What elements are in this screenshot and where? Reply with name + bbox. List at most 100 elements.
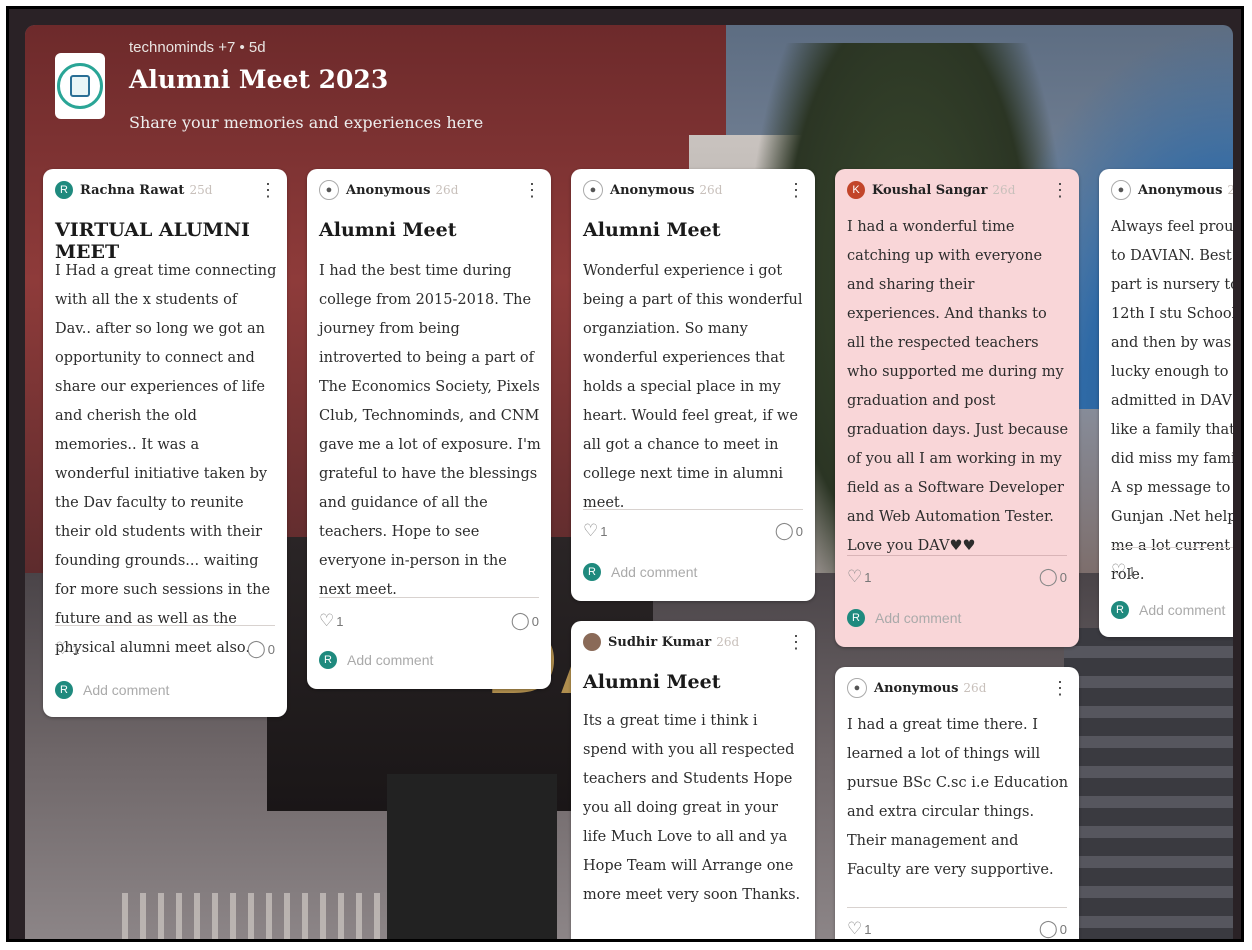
board-meta[interactable]: technominds +7 • 5d bbox=[129, 39, 266, 56]
post-card[interactable]: R Rachna Rawat 25d ⋮ VIRTUAL ALUMNI MEET… bbox=[43, 169, 287, 717]
post-title: Alumni Meet bbox=[583, 219, 721, 241]
comment-button[interactable]: ◯ 0 bbox=[511, 611, 539, 631]
add-comment-input[interactable]: Add comment bbox=[875, 610, 961, 626]
author-avatar[interactable]: K bbox=[847, 181, 865, 199]
current-user-avatar: R bbox=[319, 651, 337, 669]
alumni-meet-logo-icon bbox=[57, 63, 103, 109]
comment-count: 0 bbox=[267, 642, 275, 657]
speech-bubble-icon: ◯ bbox=[774, 521, 794, 540]
kebab-menu-icon[interactable]: ⋮ bbox=[1051, 679, 1069, 697]
kebab-menu-icon[interactable]: ⋮ bbox=[787, 181, 805, 199]
anonymous-avatar-icon: ● bbox=[319, 180, 339, 200]
post-header: ● Anonymous 26d ⋮ bbox=[583, 179, 805, 201]
board-logo[interactable] bbox=[55, 53, 105, 119]
author-avatar[interactable]: R bbox=[55, 181, 73, 199]
divider bbox=[847, 555, 1067, 556]
like-button[interactable]: ♡ 1 bbox=[55, 639, 79, 659]
divider bbox=[847, 907, 1067, 908]
author-name[interactable]: Koushal Sangar bbox=[872, 183, 987, 198]
post-title: Alumni Meet bbox=[319, 219, 457, 241]
heart-outline-icon: ♡ bbox=[319, 611, 335, 630]
like-button[interactable]: ♡ 1 bbox=[1111, 561, 1135, 581]
divider bbox=[55, 625, 275, 626]
post-body-text: I had a wonderful time catching up with … bbox=[847, 219, 1069, 525]
like-button[interactable]: ♡ 1 bbox=[847, 567, 871, 587]
post-header: R Rachna Rawat 25d ⋮ bbox=[55, 179, 277, 201]
comment-count: 0 bbox=[531, 614, 539, 629]
divider bbox=[319, 597, 539, 598]
board-subtitle: Share your memories and experiences here bbox=[129, 113, 484, 132]
author-name[interactable]: Sudhir Kumar bbox=[608, 635, 711, 650]
add-comment-row[interactable]: R Add comment bbox=[1111, 601, 1233, 619]
post-age: 25d bbox=[189, 183, 213, 197]
add-comment-row[interactable]: R Add comment bbox=[319, 651, 541, 669]
post-body: Wonderful experience i got being a part … bbox=[583, 263, 803, 511]
author-name: Anonymous bbox=[874, 680, 959, 696]
post-body-signoff: Love you DAV♥♥ bbox=[847, 538, 976, 554]
comment-count: 0 bbox=[1059, 570, 1067, 585]
author-photo-avatar[interactable] bbox=[583, 633, 601, 651]
post-card[interactable]: ● Anonymous 26d ⋮ Alumni Meet I had the … bbox=[307, 169, 551, 689]
post-age: 26d bbox=[1227, 183, 1233, 197]
kebab-menu-icon[interactable]: ⋮ bbox=[523, 181, 541, 199]
speech-bubble-icon: ◯ bbox=[1038, 567, 1058, 586]
speech-bubble-icon: ◯ bbox=[246, 639, 266, 658]
like-count: 1 bbox=[864, 570, 872, 585]
post-title: Alumni Meet bbox=[583, 671, 721, 693]
post-header: ● Anonymous 26d bbox=[1111, 179, 1233, 201]
screenshot-frame: DAV technominds +7 • 5d Alumni Meet 2023… bbox=[6, 6, 1244, 942]
comment-count: 0 bbox=[795, 524, 803, 539]
kebab-menu-icon[interactable]: ⋮ bbox=[787, 633, 805, 651]
heart-outline-icon: ♡ bbox=[55, 639, 71, 658]
comment-button[interactable]: ◯ 0 bbox=[1039, 567, 1067, 587]
add-comment-row[interactable]: R Add comment bbox=[583, 563, 805, 581]
like-button[interactable]: ♡ 1 bbox=[847, 919, 871, 939]
board-title: Alumni Meet 2023 bbox=[129, 65, 389, 94]
post-card[interactable]: K Koushal Sangar 26d ⋮ I had a wonderful… bbox=[835, 169, 1079, 647]
like-count: 1 bbox=[864, 922, 872, 937]
post-body: Always feel proud to DAVIAN. Best part i… bbox=[1111, 219, 1233, 583]
comment-button[interactable]: ◯ 0 bbox=[775, 521, 803, 541]
author-name: Anonymous bbox=[610, 182, 695, 198]
board-header: technominds +7 • 5d Alumni Meet 2023 Sha… bbox=[25, 25, 1233, 165]
kebab-menu-icon[interactable]: ⋮ bbox=[259, 181, 277, 199]
add-comment-input[interactable]: Add comment bbox=[83, 682, 169, 698]
like-count: 1 bbox=[1128, 564, 1136, 579]
post-body: I had a wonderful time catching up with … bbox=[847, 213, 1069, 561]
post-age: 26d bbox=[699, 183, 723, 197]
post-card[interactable]: ● Anonymous 26d Always feel proud to DAV… bbox=[1099, 169, 1233, 637]
post-card[interactable]: ● Anonymous 26d ⋮ Alumni Meet Wonderful … bbox=[571, 169, 815, 601]
post-header: Sudhir Kumar 26d ⋮ bbox=[583, 631, 805, 653]
comment-button[interactable]: ◯ 0 bbox=[1039, 919, 1067, 939]
current-user-avatar: R bbox=[55, 681, 73, 699]
like-button[interactable]: ♡ 1 bbox=[583, 521, 607, 541]
post-age: 26d bbox=[992, 183, 1016, 197]
add-comment-input[interactable]: Add comment bbox=[347, 652, 433, 668]
heart-outline-icon: ♡ bbox=[583, 521, 599, 540]
author-name: Anonymous bbox=[346, 182, 431, 198]
post-card[interactable]: ● Anonymous 26d ⋮ I had a great time the… bbox=[835, 667, 1079, 939]
kebab-menu-icon[interactable]: ⋮ bbox=[1051, 181, 1069, 199]
post-card[interactable]: Sudhir Kumar 26d ⋮ Alumni Meet Its a gre… bbox=[571, 621, 815, 939]
like-count: 1 bbox=[600, 524, 608, 539]
comment-button[interactable]: ◯ 0 bbox=[247, 639, 275, 659]
post-age: 26d bbox=[435, 183, 459, 197]
post-header: K Koushal Sangar 26d ⋮ bbox=[847, 179, 1069, 201]
heart-outline-icon: ♡ bbox=[1111, 561, 1127, 580]
anonymous-avatar-icon: ● bbox=[583, 180, 603, 200]
add-comment-input[interactable]: Add comment bbox=[1139, 602, 1225, 618]
add-comment-row[interactable]: R Add comment bbox=[55, 681, 277, 699]
add-comment-input[interactable]: Add comment bbox=[611, 564, 697, 580]
like-count: 1 bbox=[336, 614, 344, 629]
post-body: I Had a great time connecting with all t… bbox=[55, 263, 277, 656]
post-header: ● Anonymous 26d ⋮ bbox=[319, 179, 541, 201]
divider bbox=[583, 509, 803, 510]
post-body: Its a great time i think i spend with yo… bbox=[583, 713, 801, 903]
author-name[interactable]: Rachna Rawat bbox=[80, 183, 184, 198]
comment-count: 0 bbox=[1059, 922, 1067, 937]
heart-outline-icon: ♡ bbox=[847, 919, 863, 938]
post-body: I had the best time during college from … bbox=[319, 263, 541, 598]
like-button[interactable]: ♡ 1 bbox=[319, 611, 343, 631]
author-name: Anonymous bbox=[1138, 182, 1223, 198]
add-comment-row[interactable]: R Add comment bbox=[847, 609, 1069, 627]
